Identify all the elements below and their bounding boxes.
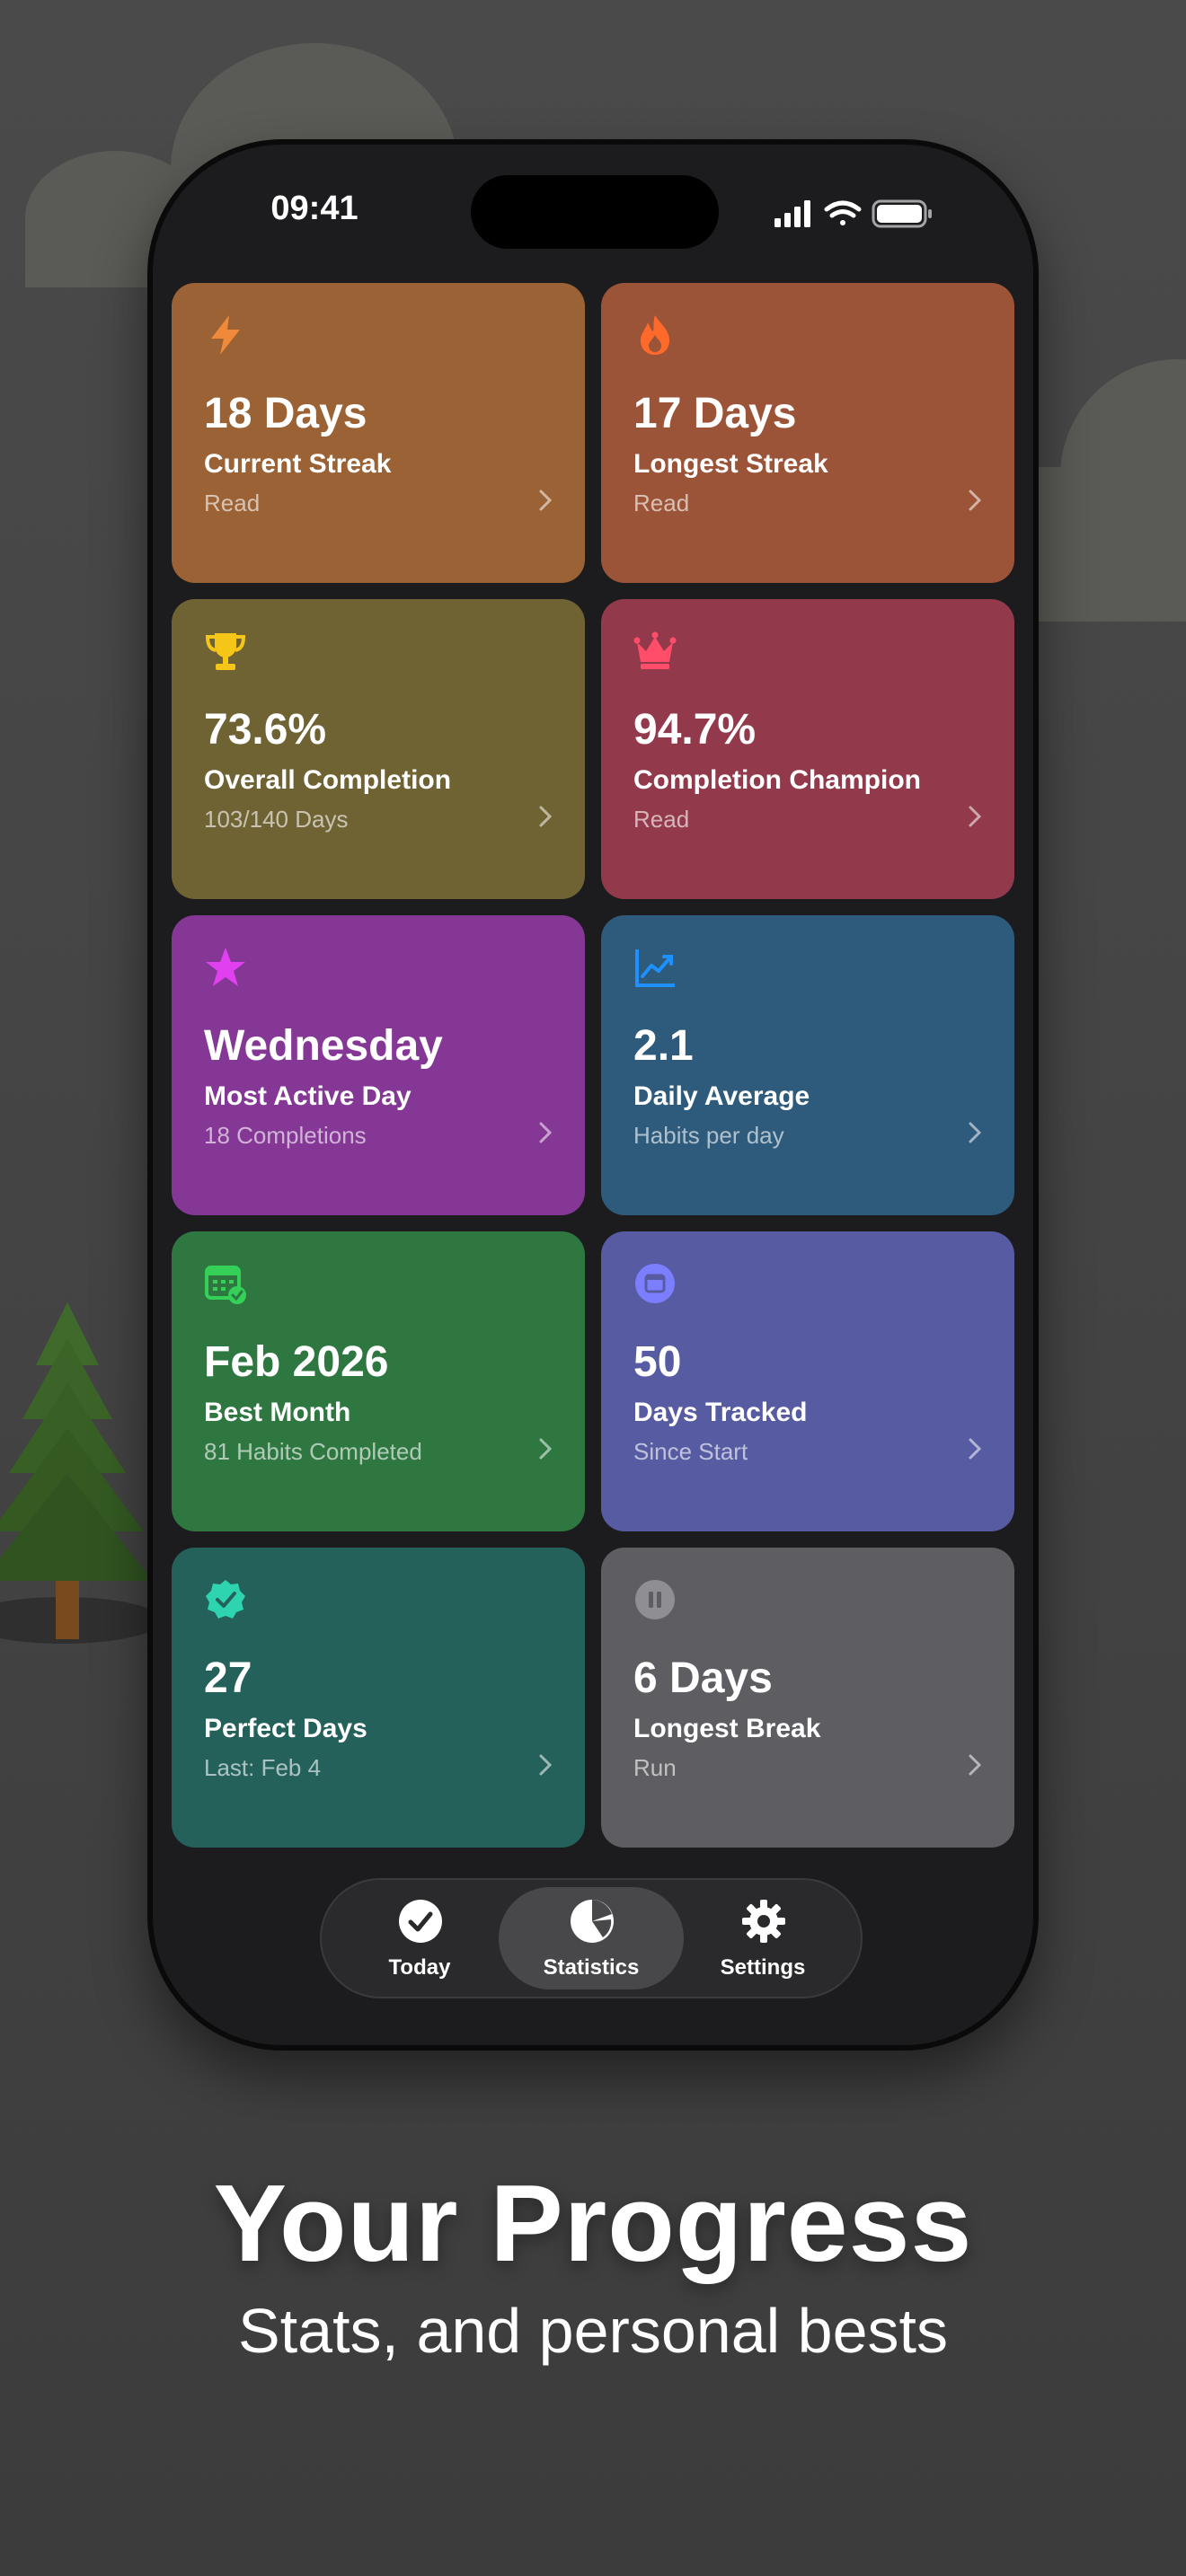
chevron-right-icon	[969, 1754, 982, 1776]
stat-label: Best Month	[204, 1398, 351, 1427]
stat-card-longest-streak[interactable]: 17 Days Longest Streak Read	[601, 283, 1014, 583]
cellular-signal-icon	[774, 200, 810, 227]
stat-subtitle: Run	[633, 1754, 677, 1781]
stat-card-longest-break[interactable]: 6 Days Longest Break Run	[601, 1548, 1014, 1848]
calendar-icon	[635, 1264, 675, 1303]
stat-subtitle: Last: Feb 4	[204, 1754, 322, 1781]
stat-value: 18 Days	[204, 390, 367, 437]
stat-subtitle: 18 Completions	[204, 1122, 367, 1149]
pine-tree-illustration	[0, 1302, 153, 1639]
crown-icon	[633, 631, 677, 669]
stat-card-current-streak[interactable]: 18 Days Current Streak Read	[172, 283, 585, 583]
stat-subtitle: 81 Habits Completed	[204, 1438, 422, 1465]
stat-card-days-tracked[interactable]: 50 Days Tracked Since Start	[601, 1231, 1014, 1531]
stat-label: Daily Average	[633, 1081, 810, 1111]
stat-label: Longest Break	[633, 1714, 821, 1743]
tab-today[interactable]: Today	[327, 1887, 512, 1989]
stat-value: 94.7%	[633, 706, 757, 754]
stat-label: Days Tracked	[633, 1398, 808, 1427]
stat-subtitle: Habits per day	[633, 1122, 784, 1149]
stat-value: 6 Days	[633, 1654, 773, 1702]
tab-bar: Today Statistics Settings	[320, 1878, 863, 1998]
stat-subtitle: Read	[633, 490, 690, 516]
trophy-icon	[205, 633, 246, 670]
stat-label: Longest Streak	[633, 449, 828, 479]
stat-subtitle: Since Start	[633, 1438, 748, 1465]
tab-label: Settings	[720, 1955, 806, 1980]
stat-card-overall-completion[interactable]: 73.6% Overall Completion 103/140 Days	[172, 599, 585, 899]
stat-label: Most Active Day	[204, 1081, 412, 1111]
chevron-right-icon	[969, 1122, 982, 1143]
battery-icon	[872, 199, 932, 228]
star-icon	[206, 948, 245, 986]
chevron-right-icon	[539, 1754, 553, 1776]
stat-card-most-active-day[interactable]: Wednesday Most Active Day 18 Completions	[172, 915, 585, 1215]
stat-value: 2.1	[633, 1022, 694, 1070]
pie-chart-icon	[571, 1900, 614, 1943]
marketing-headline: Your Progress	[213, 2162, 973, 2284]
chevron-right-icon	[539, 490, 553, 511]
chevron-right-icon	[969, 490, 982, 511]
chevron-right-icon	[539, 806, 553, 827]
stat-subtitle: 103/140 Days	[204, 806, 349, 833]
stat-subtitle: Read	[204, 490, 261, 516]
stat-value: 73.6%	[204, 706, 327, 754]
chevron-right-icon	[969, 806, 982, 827]
stat-subtitle: Read	[633, 806, 690, 833]
stat-card-completion-champion[interactable]: 94.7% Completion Champion Read	[601, 599, 1014, 899]
calendar-check-icon	[205, 1266, 246, 1304]
status-time: 09:41	[270, 190, 358, 227]
marketing-subheadline: Stats, and personal bests	[238, 2296, 948, 2366]
stat-value: 50	[633, 1338, 682, 1386]
stat-value: Wednesday	[204, 1022, 443, 1070]
stat-card-perfect-days[interactable]: 27 Perfect Days Last: Feb 4	[172, 1548, 585, 1848]
status-icons	[774, 199, 932, 228]
stat-card-daily-average[interactable]: 2.1 Daily Average Habits per day	[601, 915, 1014, 1215]
stat-label: Completion Champion	[633, 765, 921, 795]
chevron-right-icon	[969, 1438, 982, 1460]
stat-label: Current Streak	[204, 449, 392, 479]
bolt-icon	[211, 315, 240, 355]
chevron-right-icon	[539, 1122, 553, 1143]
tab-settings[interactable]: Settings	[670, 1887, 855, 1989]
gear-icon	[742, 1900, 785, 1943]
checkmark-circle-icon	[399, 1900, 442, 1943]
stat-label: Overall Completion	[204, 765, 452, 795]
chart-line-icon	[635, 949, 675, 987]
wifi-icon	[824, 200, 862, 225]
chevron-right-icon	[539, 1438, 553, 1460]
stat-value: 27	[204, 1654, 252, 1702]
stat-value: Feb 2026	[204, 1338, 389, 1386]
stat-card-best-month[interactable]: Feb 2026 Best Month 81 Habits Completed	[172, 1231, 585, 1531]
pause-icon	[635, 1580, 675, 1619]
phone-screen: 09:41 18 Days Current Streak Read 17 Day…	[153, 145, 1033, 2045]
stat-label: Perfect Days	[204, 1714, 367, 1743]
flame-icon	[641, 315, 669, 355]
seal-check-icon	[206, 1580, 245, 1619]
tab-label: Today	[388, 1955, 451, 1980]
dynamic-island	[471, 175, 719, 249]
tab-statistics[interactable]: Statistics	[499, 1887, 684, 1989]
stat-value: 17 Days	[633, 390, 797, 437]
tab-label: Statistics	[543, 1955, 640, 1980]
